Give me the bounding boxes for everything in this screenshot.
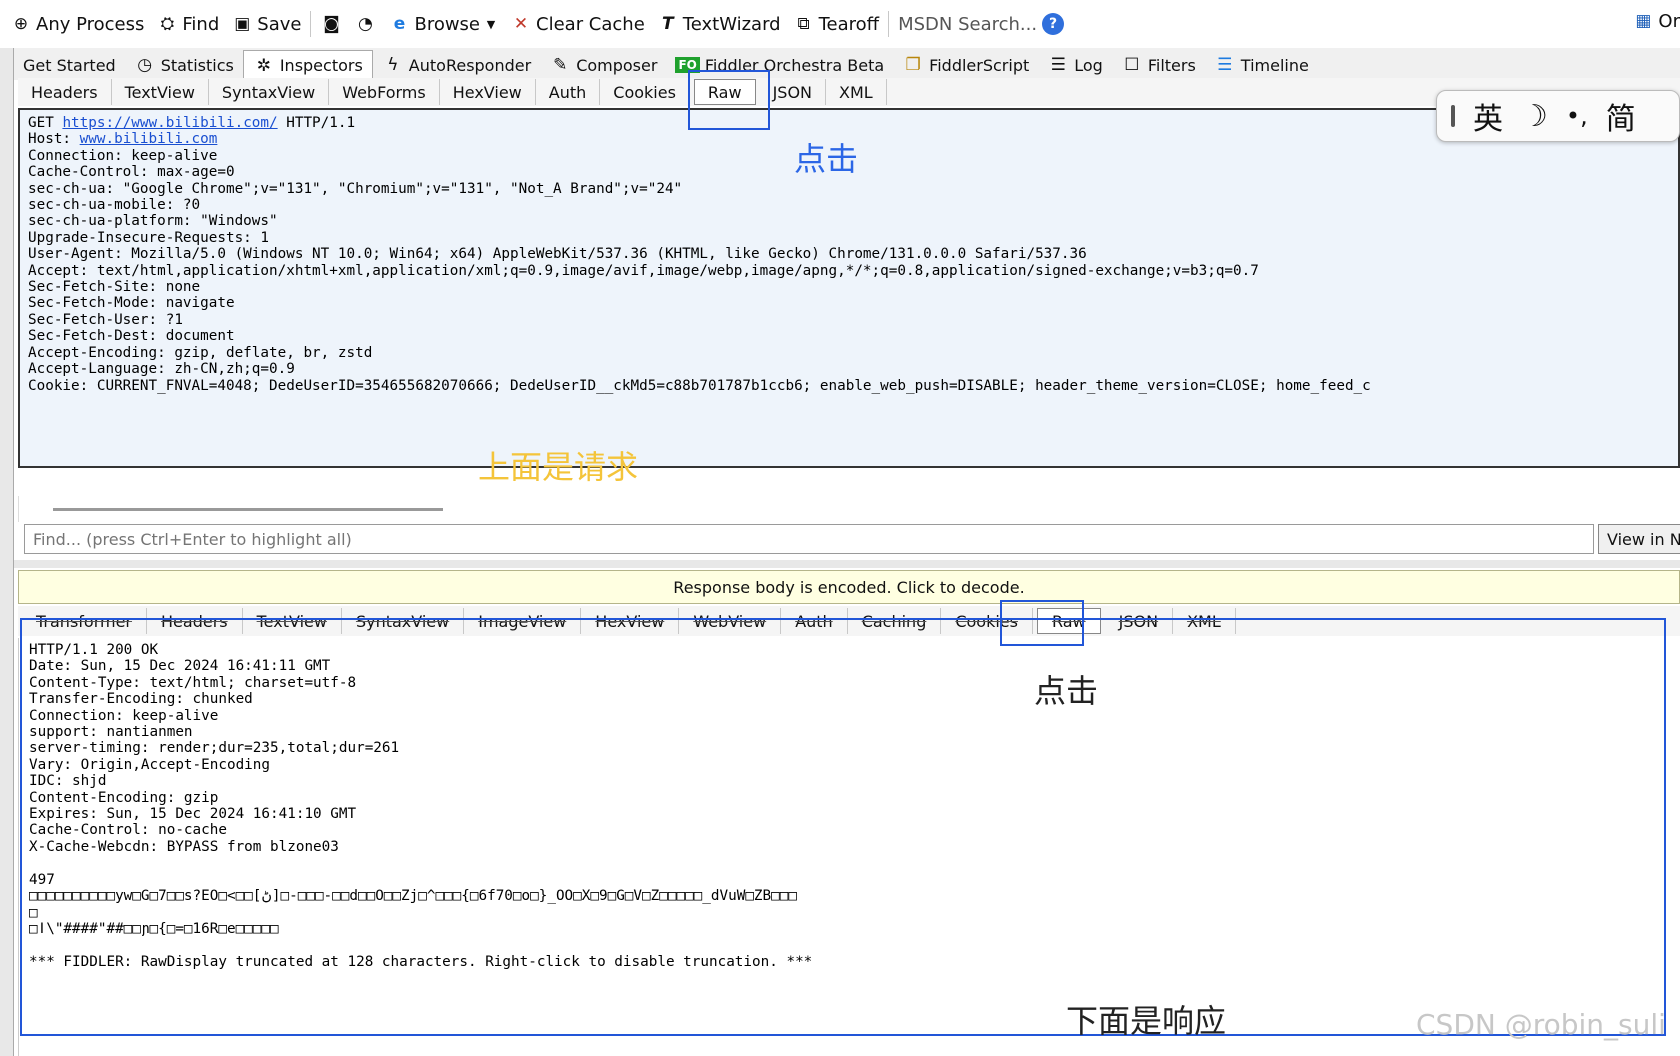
tab-composer[interactable]: ✎ Composer bbox=[540, 50, 666, 80]
request-host-link[interactable]: www.bilibili.com bbox=[80, 131, 218, 147]
script-icon: ❐ bbox=[905, 55, 921, 75]
request-tab-hexview[interactable]: HexView bbox=[440, 79, 536, 105]
panel-splitter[interactable] bbox=[14, 560, 1680, 568]
request-tab-auth[interactable]: Auth bbox=[536, 79, 601, 105]
browse-button[interactable]: e Browse ▼ bbox=[382, 8, 504, 40]
left-gutter bbox=[0, 48, 14, 1056]
tab-autoresponder[interactable]: ϟ AutoResponder bbox=[373, 50, 540, 80]
save-icon: ▣ bbox=[234, 14, 251, 34]
tab-filters[interactable]: ☐ Filters bbox=[1112, 50, 1205, 80]
request-tab-xml[interactable]: XML bbox=[826, 79, 887, 105]
request-headers: Connection: keep-alive Cache-Control: ma… bbox=[28, 147, 1371, 394]
annotation-click-request: 点击 bbox=[794, 140, 859, 178]
scrollbar-thumb[interactable] bbox=[53, 508, 443, 511]
request-horizontal-scrollbar[interactable] bbox=[18, 496, 1680, 522]
network-icon: ▦ bbox=[1635, 11, 1652, 31]
any-process-button[interactable]: ⊕ Any Process bbox=[4, 8, 150, 40]
textwizard-button[interactable]: T TextWizard bbox=[651, 8, 787, 40]
tab-timeline[interactable]: ☰ Timeline bbox=[1205, 50, 1318, 80]
chevron-down-icon[interactable]: ▼ bbox=[484, 13, 498, 35]
stopwatch-icon: ◷ bbox=[137, 55, 153, 75]
msdn-search-input[interactable]: MSDN Search... bbox=[892, 9, 1042, 39]
request-raw-text: GET https://www.bilibili.com/ HTTP/1.1 H… bbox=[28, 115, 1371, 394]
tab-inspectors[interactable]: ✲ Inspectors bbox=[242, 50, 373, 80]
timer-icon: ◔ bbox=[358, 14, 373, 34]
screenshot-button[interactable]: ◙ bbox=[314, 8, 348, 40]
find-input[interactable] bbox=[24, 524, 1594, 554]
clear-cache-button[interactable]: ✕ Clear Cache bbox=[504, 8, 651, 40]
drag-handle-icon[interactable] bbox=[1451, 105, 1455, 127]
annotation-above-request: 上面是请求 bbox=[478, 448, 639, 486]
request-tab-textview[interactable]: TextView bbox=[112, 79, 209, 105]
annotation-click-response: 点击 bbox=[1034, 672, 1099, 710]
tab-get-started[interactable]: Get Started bbox=[14, 50, 125, 80]
main-toolbar: ⊕ Any Process ⛭ Find ▣ Save ◙ ◔ e Browse ▼ ✕ C… bbox=[0, 0, 1680, 48]
moon-icon[interactable]: ☽ bbox=[1521, 99, 1548, 134]
online-indicator[interactable]: ▦ Or bbox=[1632, 10, 1680, 32]
help-icon[interactable]: ? bbox=[1042, 13, 1065, 35]
inspect-icon: ✲ bbox=[256, 55, 271, 76]
punctuation-icon[interactable]: •, bbox=[1566, 102, 1588, 130]
find-button[interactable]: ⛭ Find bbox=[150, 8, 225, 40]
ime-toolbar[interactable]: 英 ☽ •, 简 bbox=[1436, 90, 1680, 142]
ime-simplified-toggle[interactable]: 简 bbox=[1606, 94, 1636, 138]
binoculars-icon: ⛭ bbox=[160, 14, 175, 34]
request-tab-webforms[interactable]: WebForms bbox=[329, 79, 440, 105]
request-tab-cookies[interactable]: Cookies bbox=[600, 79, 690, 105]
tearoff-icon: ⧉ bbox=[797, 14, 810, 34]
ime-language-toggle[interactable]: 英 bbox=[1473, 94, 1503, 138]
save-button[interactable]: ▣ Save bbox=[225, 8, 307, 40]
toolbar-divider bbox=[888, 11, 890, 37]
request-tab-syntaxview[interactable]: SyntaxView bbox=[209, 79, 330, 105]
text-wizard-icon: T bbox=[661, 14, 674, 34]
ie-icon: e bbox=[393, 14, 406, 34]
tab-log[interactable]: ☰ Log bbox=[1038, 50, 1112, 80]
camera-icon: ◙ bbox=[323, 14, 340, 34]
timeline-icon: ☰ bbox=[1217, 55, 1233, 75]
annotation-box-response-panel bbox=[20, 618, 1666, 1036]
watermark: CSDN @robin_suli bbox=[1416, 1008, 1666, 1041]
tab-statistics[interactable]: ◷ Statistics bbox=[125, 50, 243, 80]
log-icon: ☰ bbox=[1050, 55, 1066, 75]
request-inspector-tabs: Headers TextView SyntaxView WebForms Hex… bbox=[18, 78, 1680, 106]
request-url-link[interactable]: https://www.bilibili.com/ bbox=[62, 115, 277, 131]
find-bar: View in N bbox=[24, 524, 1680, 556]
tearoff-button[interactable]: ⧉ Tearoff bbox=[787, 8, 885, 40]
lightning-icon: ϟ bbox=[387, 55, 399, 75]
timer-button[interactable]: ◔ bbox=[348, 8, 382, 40]
request-tab-headers[interactable]: Headers bbox=[18, 79, 112, 105]
decode-banner[interactable]: Response body is encoded. Click to decod… bbox=[18, 570, 1680, 604]
clear-cache-icon: ✕ bbox=[513, 14, 529, 34]
inspector-tabs: Get Started ◷ Statistics ✲ Inspectors ϟ Aut… bbox=[14, 48, 1680, 80]
crosshair-icon: ⊕ bbox=[13, 14, 29, 34]
view-in-notepad-button[interactable]: View in N bbox=[1598, 524, 1680, 554]
composer-icon: ✎ bbox=[553, 55, 568, 75]
checkbox-icon: ☐ bbox=[1124, 55, 1140, 75]
toolbar-divider bbox=[310, 11, 312, 37]
annotation-box-request-raw bbox=[688, 70, 770, 130]
tab-fiddlerscript[interactable]: ❐ FiddlerScript bbox=[893, 50, 1038, 80]
annotation-below-response: 下面是响应 bbox=[1066, 1002, 1227, 1040]
